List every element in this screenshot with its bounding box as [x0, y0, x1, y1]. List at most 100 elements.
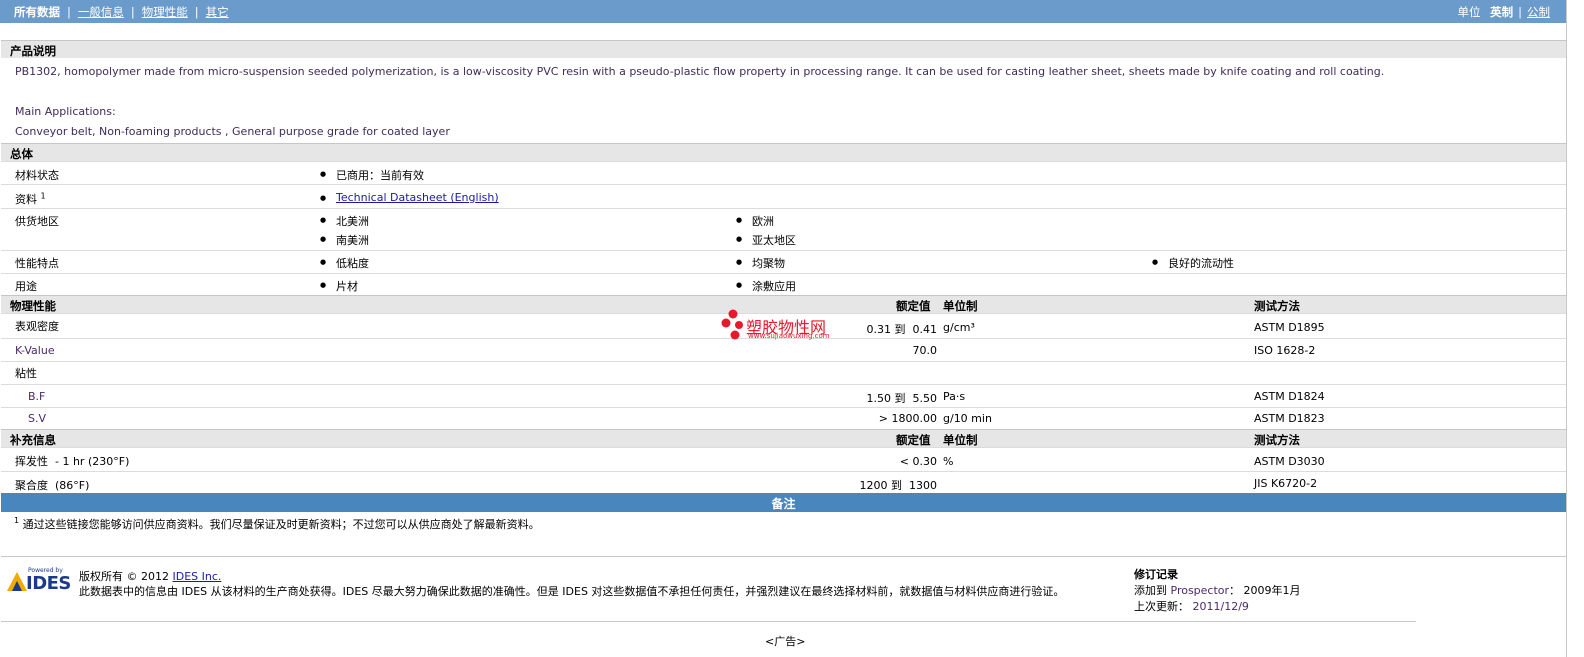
added-to: 添加到 Prospector： 2009年1月 [1134, 584, 1301, 597]
nominal-value: 1200 到 1300 [859, 479, 938, 492]
disclaimer: 此数据表中的信息由 IDES 从该材料的生产商处获得。IDES 尽最大努力确保此… [79, 585, 1065, 598]
col-nominal: 额定值 [896, 433, 931, 447]
row-label: 用途 [15, 280, 37, 293]
row-label: B.F [28, 390, 46, 403]
nav-physical-props[interactable]: 物理性能 [142, 5, 188, 19]
nav-other[interactable]: 其它 [206, 5, 229, 19]
row-k-value: K-Value 70.0 ISO 1628-2 [1, 338, 1566, 361]
row-label: 粘性 [15, 367, 37, 380]
nav-general-info[interactable]: 一般信息 [78, 5, 124, 19]
copyright-text: 版权所有 © 2012 [79, 570, 169, 583]
copyright: 版权所有 © 2012 IDES Inc. [79, 568, 221, 584]
unit-imperial[interactable]: 英制 [1490, 5, 1513, 19]
col-method: 测试方法 [1254, 433, 1300, 447]
main-applications-label: Main Applications: [15, 105, 116, 118]
section-title: 总体 [10, 147, 33, 161]
last-updated: 上次更新： 2011/12/9 [1134, 600, 1249, 613]
notes-header: 备注 [1, 493, 1566, 512]
section-title: 备注 [771, 497, 796, 511]
col-nominal: 额定值 [896, 299, 931, 313]
datasheet-item: Technical Datasheet (English) [320, 191, 499, 205]
revision-history-heading: 修订记录 [1134, 568, 1178, 581]
page-border [1566, 0, 1567, 657]
section-nav: 所有数据 | 一般信息 | 物理性能 | 其它 [14, 5, 229, 19]
nominal-value: 70.0 [912, 344, 938, 357]
main-applications: Conveyor belt, Non-foaming products , Ge… [15, 125, 450, 138]
ides-logo-icon [7, 572, 27, 591]
row-label: 性能特点 [15, 257, 59, 270]
watermark-url: www.sujiaowuxing.com [748, 332, 830, 340]
technical-datasheet-link[interactable]: Technical Datasheet (English) [336, 191, 499, 204]
row-label: 聚合度 (86°F) [15, 479, 90, 492]
divider [1, 556, 1566, 557]
test-method: ASTM D1823 [1254, 412, 1325, 425]
logo-text: IDES [26, 573, 71, 594]
row-material-status: 材料状态 已商用：当前有效 [1, 161, 1566, 184]
nav-all-data[interactable]: 所有数据 [14, 5, 60, 19]
section-title: 物理性能 [10, 299, 56, 313]
footnote-text: 通过这些链接您能够访问供应商资料。我们尽量保证及时更新资料；不过您可以从供应商处… [22, 518, 540, 531]
row-label: 表观密度 [15, 320, 59, 333]
region-item: 亚太地区 [736, 232, 796, 248]
region-item: 北美洲 [320, 213, 369, 229]
test-method: ASTM D1824 [1254, 390, 1325, 403]
ides-logo: Powered by IDES [7, 567, 71, 594]
test-method: ISO 1628-2 [1254, 344, 1316, 357]
row-polymerization: 聚合度 (86°F) 1200 到 1300 JIS K6720-2 [1, 471, 1566, 493]
section-title: 产品说明 [10, 44, 56, 58]
region-item: 欧洲 [736, 213, 774, 229]
unit-value: g/10 min [943, 412, 992, 425]
units-label: 单位 [1457, 5, 1481, 19]
row-volatile: 挥发性 - 1 hr (230°F) < 0.30 % ASTM D3030 [1, 447, 1566, 471]
test-method: JIS K6720-2 [1254, 477, 1318, 490]
row-label: 供货地区 [15, 215, 59, 228]
feature-item: 良好的流动性 [1152, 255, 1234, 271]
advertisement-label: <广告> [765, 635, 806, 648]
row-regions: 供货地区 北美洲 欧洲 南美洲 亚太地区 [1, 208, 1566, 250]
footnote-marker: 1 [14, 516, 20, 525]
row-bf: B.F 1.50 到 5.50 Pa·s ASTM D1824 [1, 384, 1566, 407]
row-label: 材料状态 [15, 169, 59, 182]
nominal-value: 0.31 到 0.41 [866, 323, 938, 336]
unit-value: g/cm³ [943, 321, 975, 334]
unit-value: % [943, 455, 954, 468]
row-uses: 用途 片材 涂敷应用 [1, 273, 1566, 296]
col-unit: 单位制 [943, 299, 978, 313]
status-value: 已商用：当前有效 [320, 167, 424, 183]
use-item: 片材 [320, 278, 358, 294]
col-method: 测试方法 [1254, 299, 1300, 313]
region-item: 南美洲 [320, 232, 369, 248]
footnote: 1 通过这些链接您能够访问供应商资料。我们尽量保证及时更新资料；不过您可以从供应… [14, 516, 540, 532]
product-description: PB1302, homopolymer made from micro-susp… [15, 65, 1385, 78]
unit-metric[interactable]: 公制 [1527, 5, 1550, 19]
row-viscosity: 粘性 [1, 361, 1566, 384]
nominal-value: < 0.30 [899, 455, 937, 468]
nominal-value: 1.50 到 5.50 [866, 392, 938, 405]
feature-item: 低粘度 [320, 255, 369, 271]
prospector-link[interactable]: Prospector [1171, 584, 1230, 597]
row-label: 挥发性 - 1 hr (230°F) [15, 455, 130, 468]
col-unit: 单位制 [943, 433, 978, 447]
unit-switcher: 单位 英制 | 公制 [1457, 5, 1550, 19]
row-label: 资料 1 [15, 191, 46, 206]
divider [1, 621, 1416, 622]
additional-info-header: 补充信息 额定值 单位制 测试方法 [1, 429, 1566, 447]
product-description-header: 产品说明 [1, 40, 1566, 58]
row-sv: S.V > 1800.00 g/10 min ASTM D1823 [1, 407, 1566, 429]
row-label: K-Value [15, 344, 55, 357]
section-title: 补充信息 [10, 433, 56, 447]
ides-inc-link[interactable]: IDES Inc. [173, 570, 222, 583]
nominal-value: > 1800.00 [878, 412, 937, 425]
row-label: S.V [28, 412, 47, 425]
row-features: 性能特点 低粘度 均聚物 良好的流动性 [1, 250, 1566, 273]
test-method: ASTM D1895 [1254, 321, 1325, 334]
feature-item: 均聚物 [736, 255, 785, 271]
test-method: ASTM D3030 [1254, 455, 1325, 468]
row-documents: 资料 1 Technical Datasheet (English) [1, 184, 1566, 208]
top-nav-bar: 所有数据 | 一般信息 | 物理性能 | 其它 单位 英制 | 公制 [0, 0, 1566, 23]
footnote-marker: 1 [40, 191, 46, 201]
watermark-logo: 塑胶物性网 www.sujiaowuxing.com [721, 309, 861, 341]
use-item: 涂敷应用 [736, 278, 796, 294]
general-header: 总体 [1, 143, 1566, 161]
watermark-dots-icon [721, 309, 743, 340]
